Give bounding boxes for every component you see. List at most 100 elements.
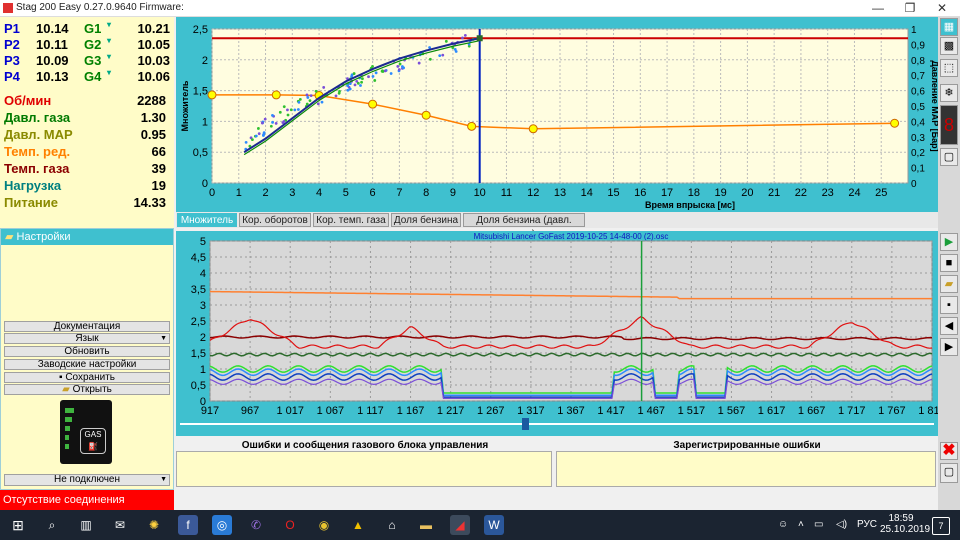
tab-petrol-share-gas-pressure[interactable]: Доля бензина (давл. газа) [463, 213, 585, 240]
sun-icon[interactable]: ✺ [144, 515, 164, 535]
settings-panel: ▰ Настройки Документация Язык ▼ Обновить… [0, 228, 174, 490]
sensor-row: Темп. ред. 66 [0, 144, 174, 162]
x-tick-label: 1 217 [437, 405, 465, 417]
sample-point [289, 108, 293, 112]
scroll-thumb[interactable] [522, 418, 529, 430]
ecu-messages-box[interactable] [176, 451, 552, 487]
notifications-icon[interactable]: 7 [932, 517, 950, 535]
sensor-row: Давл. газа 1.30 [0, 110, 174, 128]
instagram-icon[interactable]: ◎ [212, 515, 232, 535]
x-tick-label: 4 [316, 187, 322, 199]
oscilloscope-chart[interactable]: Mitsubishi Lancer GoFast 2019-10-25 14-4… [176, 231, 938, 436]
tab-petrol-share[interactable]: Доля бензина [391, 213, 461, 227]
connection-status: Отсутствие соединения [0, 490, 174, 510]
sample-point [282, 105, 286, 109]
restore-button[interactable]: ❐ [896, 0, 924, 16]
chart-mode-icon[interactable]: ▦ [940, 18, 958, 36]
language-select[interactable]: Язык ▼ [4, 333, 170, 344]
windows-start-icon[interactable]: ⊞ [8, 515, 28, 535]
floppy-icon: ▪ [58, 372, 63, 383]
sample-point [396, 65, 400, 68]
registered-errors-box[interactable] [556, 451, 936, 487]
sensor-row: Об/мин 2288 [0, 93, 174, 111]
connection-label: Не подключен [53, 474, 121, 485]
snowflake-icon[interactable]: ❄ [940, 84, 958, 102]
sample-point [260, 121, 264, 125]
stag-app-icon[interactable]: ◢ [450, 515, 470, 535]
level-led [65, 408, 74, 413]
save-button[interactable]: ▪ Сохранить [4, 372, 170, 383]
y-tick-label: 1,5 [193, 86, 208, 98]
sample-point [286, 108, 289, 112]
dropdown-arrow-icon: ▼ [160, 476, 167, 483]
tab-multiplier[interactable]: Множитель [177, 213, 237, 227]
documentation-button[interactable]: Документация [4, 321, 170, 332]
open-button[interactable]: ▰ Открыть [4, 384, 170, 395]
y-tick-label: 0 [202, 178, 208, 190]
injector-icon: ▾ [107, 52, 112, 61]
sample-point [254, 134, 258, 138]
square-icon[interactable]: ▢ [940, 148, 958, 166]
cursor-marker [476, 35, 483, 42]
sample-point [298, 98, 302, 101]
drive-icon[interactable]: ▲ [348, 515, 368, 535]
sample-point [297, 100, 301, 104]
language-indicator[interactable]: РУС [857, 519, 877, 530]
file-explorer-icon[interactable]: ▬ [416, 515, 436, 535]
sample-point [417, 61, 421, 65]
task-view-icon[interactable]: ▥ [76, 515, 96, 535]
settings-header[interactable]: ▰ Настройки [1, 229, 173, 245]
step-back-icon[interactable]: ◀ [940, 317, 958, 335]
save-icon[interactable]: ▪ [940, 296, 958, 314]
close-button[interactable]: ✕ [928, 0, 956, 16]
store-icon[interactable]: ⌂ [382, 515, 402, 535]
sample-point [338, 90, 341, 93]
sensor-value: 66 [151, 144, 166, 159]
curve-point [467, 121, 477, 131]
connection-select[interactable]: Не подключен ▼ [4, 474, 170, 486]
y-tick-label: 4 [200, 268, 206, 280]
square-icon[interactable]: ▢ [940, 463, 958, 483]
injector-icon: ▾ [107, 68, 112, 77]
error-panels: Ошибки и сообщения газового блока управл… [176, 438, 938, 510]
x-tick-label: 917 [201, 405, 219, 417]
sample-point [251, 138, 254, 142]
tab-rpm-correction[interactable]: Кор. оборотов [239, 213, 311, 227]
open-folder-icon[interactable]: ▰ [940, 275, 958, 293]
gas-switch[interactable]: GAS ⛽ [60, 400, 112, 464]
folder-open-icon: ▰ [62, 384, 70, 395]
sensor-row: Давл. MAP 0.95 [0, 127, 174, 145]
resize-icon[interactable]: ⬚ [940, 59, 958, 77]
gas-injector-value: 10.06 [137, 69, 170, 84]
multiplier-chart[interactable]: 0 1 2 3 4 5 6 7 8 9 10 11 12 13 14 15 16 17 18 19 20 21 22 23 24… [176, 17, 938, 212]
gas-injector-value: 10.03 [137, 53, 170, 68]
sensor-label: Об/мин [4, 93, 52, 108]
word-icon[interactable]: W [484, 515, 504, 535]
y-tick-label: 1 [202, 116, 208, 128]
sample-point [359, 84, 362, 87]
volume-icon[interactable]: ◁) [836, 519, 847, 530]
x-tick-label: 1 017 [276, 405, 304, 417]
search-icon[interactable]: ⌕ [42, 515, 62, 535]
facebook-icon[interactable]: f [178, 515, 198, 535]
factory-settings-button[interactable]: Заводские настройки [4, 359, 170, 370]
play-icon[interactable]: ▶ [940, 233, 958, 251]
stop-icon[interactable]: ■ [940, 254, 958, 272]
clear-errors-icon[interactable]: ✖ [940, 442, 958, 460]
step-forward-icon[interactable]: ▶ [940, 338, 958, 356]
mail-icon[interactable]: ✉ [110, 515, 130, 535]
clock[interactable]: 18:59 25.10.2019 [880, 513, 930, 535]
minimize-button[interactable]: — [864, 0, 892, 16]
people-icon[interactable]: ☺ [778, 519, 788, 530]
chrome-icon[interactable]: ◉ [314, 515, 334, 535]
viber-icon[interactable]: ✆ [246, 515, 266, 535]
injector-icon: ▾ [107, 36, 112, 45]
network-icon[interactable]: ▭ [814, 519, 823, 530]
grid-icon[interactable]: ▩ [940, 37, 958, 55]
opera-icon[interactable]: O [280, 515, 300, 535]
update-button[interactable]: Обновить [4, 346, 170, 357]
tray-chevron-icon[interactable]: ˄ [798, 519, 804, 530]
tab-gas-temp-correction[interactable]: Кор. темп. газа [313, 213, 389, 227]
sample-point [274, 121, 278, 125]
y2-tick-label: 0,7 [911, 71, 925, 82]
